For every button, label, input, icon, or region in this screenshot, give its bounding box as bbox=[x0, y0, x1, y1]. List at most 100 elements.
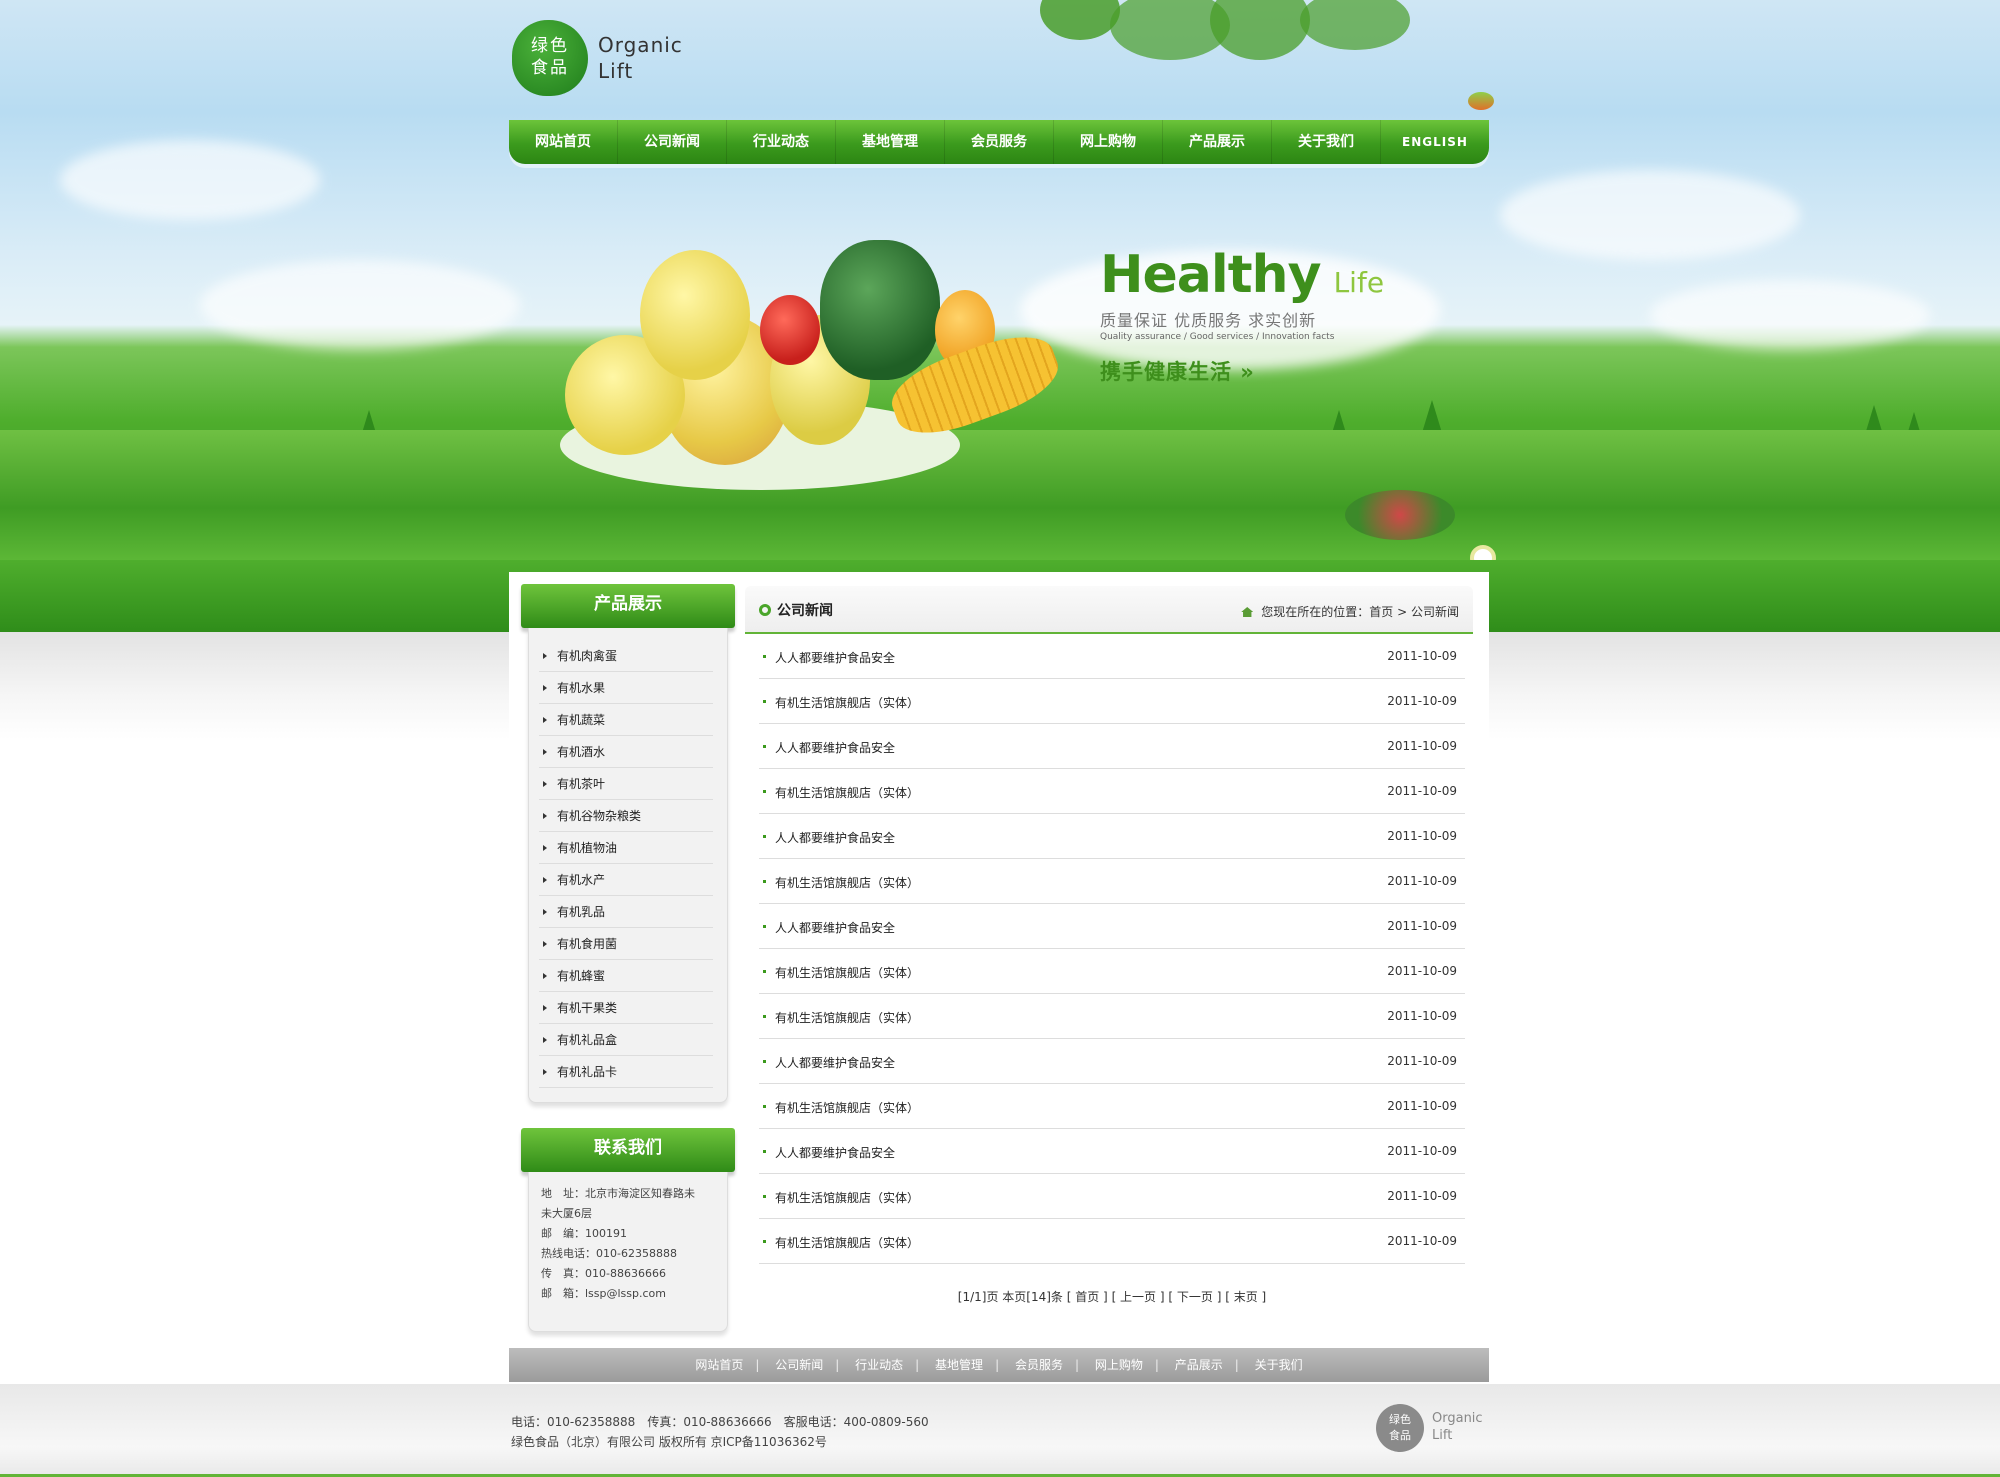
banner-life: Life bbox=[1333, 266, 1385, 299]
news-row: 人人都要维护食品安全 2011-10-09 bbox=[759, 724, 1465, 769]
nav-base-management[interactable]: 基地管理 bbox=[836, 120, 945, 164]
bird-icon bbox=[1468, 92, 1494, 110]
bullet-icon bbox=[759, 604, 771, 616]
news-row: 有机生活馆旗舰店（实体） 2011-10-09 bbox=[759, 1174, 1465, 1219]
nav-products[interactable]: 产品展示 bbox=[1163, 120, 1272, 164]
pager-first[interactable]: [ 首页 ] bbox=[1067, 1290, 1108, 1304]
contact-fax: 传 真：010-88636666 bbox=[541, 1267, 666, 1280]
news-date: 2011-10-09 bbox=[1387, 829, 1457, 843]
news-title[interactable]: 人人都要维护食品安全 bbox=[762, 739, 895, 756]
logo-badge-line1: 绿色 bbox=[531, 36, 569, 56]
category-item[interactable]: 有机酒水 bbox=[539, 736, 713, 768]
banner-slogan: Healthy Life 质量保证 优质服务 求实创新 Quality assu… bbox=[1100, 245, 1384, 386]
grass-field bbox=[0, 430, 2000, 560]
category-item[interactable]: 有机礼品卡 bbox=[539, 1056, 713, 1088]
category-item[interactable]: 有机肉禽蛋 bbox=[539, 640, 713, 672]
footer-nav-home[interactable]: 网站首页 bbox=[683, 1358, 755, 1372]
contact-address-cont: 未大厦6层 bbox=[541, 1207, 592, 1220]
pager-last[interactable]: [ 末页 ] bbox=[1225, 1290, 1266, 1304]
banner-en-subtitle: Quality assurance / Good services / Inno… bbox=[1100, 332, 1335, 342]
nav-company-news[interactable]: 公司新闻 bbox=[618, 120, 727, 164]
news-title[interactable]: 有机生活馆旗舰店（实体） bbox=[762, 784, 919, 801]
nav-online-shop[interactable]: 网上购物 bbox=[1054, 120, 1163, 164]
news-date: 2011-10-09 bbox=[1387, 649, 1457, 663]
news-date: 2011-10-09 bbox=[1387, 964, 1457, 978]
category-item[interactable]: 有机食用菌 bbox=[539, 928, 713, 960]
flower-bed bbox=[1345, 490, 1455, 540]
footer-nav-products[interactable]: 产品展示 bbox=[1163, 1358, 1235, 1372]
footer-nav: 网站首页 | 公司新闻 | 行业动态 | 基地管理 | 会员服务 | 网上购物 | 产品展示… bbox=[509, 1348, 1489, 1382]
footer-logo: 绿色 食品 Organic Lift bbox=[1376, 1404, 1536, 1454]
leaves-decoration bbox=[1210, 0, 1310, 60]
news-title[interactable]: 人人都要维护食品安全 bbox=[762, 829, 895, 846]
pager-next[interactable]: [ 下一页 ] bbox=[1168, 1290, 1221, 1304]
cloud bbox=[60, 140, 320, 220]
site-logo[interactable]: 绿色 食品 Organic Lift bbox=[512, 20, 712, 100]
news-title[interactable]: 人人都要维护食品安全 bbox=[762, 1054, 895, 1071]
separator: | bbox=[995, 1358, 1000, 1372]
main-nav: 网站首页 公司新闻 行业动态 基地管理 会员服务 网上购物 产品展示 关于我们 … bbox=[509, 120, 1489, 164]
news-row: 人人都要维护食品安全 2011-10-09 bbox=[759, 1129, 1465, 1174]
product-category-list: 有机肉禽蛋 有机水果 有机蔬菜 有机酒水 有机茶叶 有机谷物杂粮类 有机植物油 … bbox=[528, 628, 728, 1103]
news-title[interactable]: 人人都要维护食品安全 bbox=[762, 649, 895, 666]
category-item[interactable]: 有机谷物杂粮类 bbox=[539, 800, 713, 832]
news-date: 2011-10-09 bbox=[1387, 1054, 1457, 1068]
footer-nav-industry-news[interactable]: 行业动态 bbox=[843, 1358, 915, 1372]
news-title[interactable]: 有机生活馆旗舰店（实体） bbox=[762, 1189, 919, 1206]
nav-industry-news[interactable]: 行业动态 bbox=[727, 120, 836, 164]
news-row: 有机生活馆旗舰店（实体） 2011-10-09 bbox=[759, 859, 1465, 904]
category-item[interactable]: 有机植物油 bbox=[539, 832, 713, 864]
contact-email: 邮 箱：lssp@lssp.com bbox=[541, 1287, 666, 1300]
home-icon bbox=[1241, 607, 1254, 617]
news-title[interactable]: 有机生活馆旗舰店（实体） bbox=[762, 1009, 919, 1026]
banner-slogan-text: 携手健康生活 » bbox=[1100, 360, 1255, 384]
news-title[interactable]: 有机生活馆旗舰店（实体） bbox=[762, 1234, 919, 1251]
news-date: 2011-10-09 bbox=[1387, 1144, 1457, 1158]
category-item[interactable]: 有机蔬菜 bbox=[539, 704, 713, 736]
content-area: 产品展示 有机肉禽蛋 有机水果 有机蔬菜 有机酒水 有机茶叶 有机谷物杂粮类 有… bbox=[509, 572, 1489, 1347]
news-title[interactable]: 有机生活馆旗舰店（实体） bbox=[762, 694, 919, 711]
banner-healthy: Healthy bbox=[1100, 245, 1321, 305]
breadcrumb-current: 公司新闻 bbox=[1410, 605, 1459, 619]
footer-nav-online-shop[interactable]: 网上购物 bbox=[1083, 1358, 1155, 1372]
footer-info: 电话：010-62358888 传真：010-88636666 客服电话：400… bbox=[511, 1412, 929, 1452]
footer-nav-about-us[interactable]: 关于我们 bbox=[1243, 1358, 1315, 1372]
nav-english[interactable]: ENGLISH bbox=[1381, 120, 1489, 164]
footer-logo-word-1: Organic bbox=[1432, 1411, 1483, 1426]
news-row: 人人都要维护食品安全 2011-10-09 bbox=[759, 634, 1465, 679]
separator: | bbox=[755, 1358, 760, 1372]
category-item[interactable]: 有机水果 bbox=[539, 672, 713, 704]
nav-home[interactable]: 网站首页 bbox=[509, 120, 618, 164]
logo-word: Organic Lift bbox=[598, 32, 683, 84]
news-title[interactable]: 人人都要维护食品安全 bbox=[762, 1144, 895, 1161]
footer-logo-badge-2: 食品 bbox=[1389, 1429, 1411, 1442]
separator: | bbox=[1074, 1358, 1079, 1372]
news-title[interactable]: 人人都要维护食品安全 bbox=[762, 919, 895, 936]
category-item[interactable]: 有机茶叶 bbox=[539, 768, 713, 800]
category-item[interactable]: 有机水产 bbox=[539, 864, 713, 896]
news-row: 有机生活馆旗舰店（实体） 2011-10-09 bbox=[759, 769, 1465, 814]
pager-prev[interactable]: [ 上一页 ] bbox=[1112, 1290, 1165, 1304]
nav-about-us[interactable]: 关于我们 bbox=[1272, 120, 1381, 164]
cloud bbox=[1650, 280, 1930, 350]
category-item[interactable]: 有机礼品盒 bbox=[539, 1024, 713, 1056]
news-row: 有机生活馆旗舰店（实体） 2011-10-09 bbox=[759, 994, 1465, 1039]
footer-nav-company-news[interactable]: 公司新闻 bbox=[763, 1358, 835, 1372]
category-item[interactable]: 有机乳品 bbox=[539, 896, 713, 928]
category-item[interactable]: 有机蜂蜜 bbox=[539, 960, 713, 992]
news-date: 2011-10-09 bbox=[1387, 784, 1457, 798]
news-title[interactable]: 有机生活馆旗舰店（实体） bbox=[762, 1099, 919, 1116]
nav-member-service[interactable]: 会员服务 bbox=[945, 120, 1054, 164]
breadcrumb-home[interactable]: 首页 bbox=[1369, 605, 1393, 619]
footer-nav-member-service[interactable]: 会员服务 bbox=[1003, 1358, 1075, 1372]
main-header: 公司新闻 您现在所在的位置：首页 > 公司新闻 bbox=[745, 586, 1473, 634]
news-title[interactable]: 有机生活馆旗舰店（实体） bbox=[762, 964, 919, 981]
footer-nav-base-management[interactable]: 基地管理 bbox=[923, 1358, 995, 1372]
pagination: [1/1]页 本页[14]条 [ 首页 ] [ 上一页 ] [ 下一页 ] [ … bbox=[759, 1288, 1465, 1305]
news-date: 2011-10-09 bbox=[1387, 1099, 1457, 1113]
news-title[interactable]: 有机生活馆旗舰店（实体） bbox=[762, 874, 919, 891]
footer-logo-badge: 绿色 食品 bbox=[1376, 1404, 1424, 1452]
main-title-text: 公司新闻 bbox=[777, 603, 833, 619]
news-date: 2011-10-09 bbox=[1387, 874, 1457, 888]
category-item[interactable]: 有机干果类 bbox=[539, 992, 713, 1024]
